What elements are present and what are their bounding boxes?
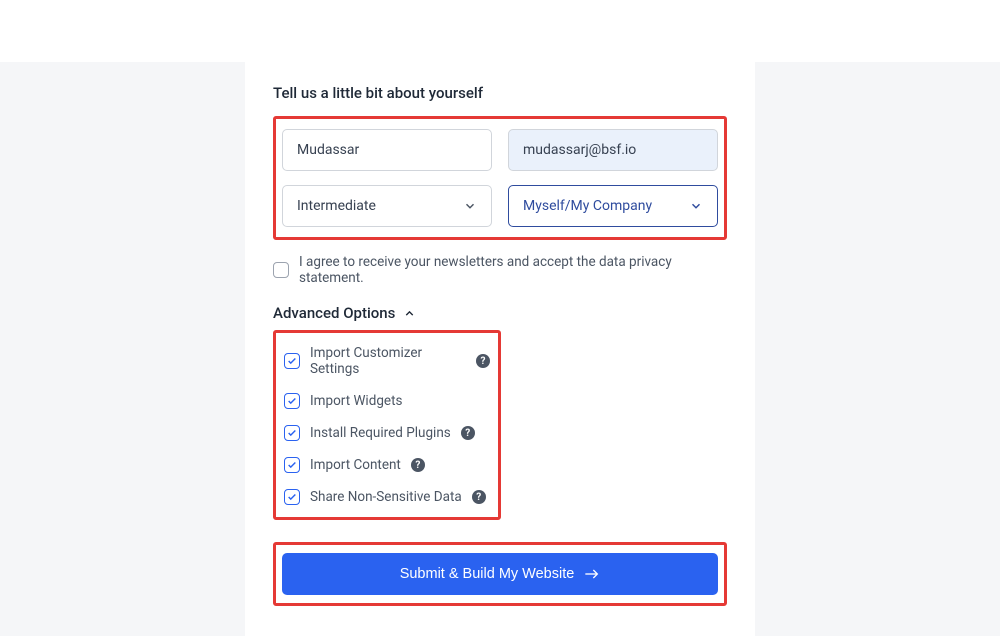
option-content-label: Import Content bbox=[310, 457, 401, 473]
level-field-wrap: Intermediate bbox=[282, 185, 492, 227]
option-share-data-label: Share Non-Sensitive Data bbox=[310, 489, 462, 505]
option-share-data: Share Non-Sensitive Data ? bbox=[284, 489, 490, 505]
option-plugins-checkbox[interactable] bbox=[284, 425, 300, 441]
level-select[interactable]: Intermediate bbox=[282, 185, 492, 227]
email-input[interactable]: mudassarj@bsf.io bbox=[508, 129, 718, 171]
forwhom-select-value: Myself/My Company bbox=[523, 198, 652, 214]
check-icon bbox=[287, 492, 297, 502]
check-icon bbox=[287, 460, 297, 470]
chevron-down-icon bbox=[689, 199, 703, 213]
consent-label: I agree to receive your newsletters and … bbox=[299, 254, 727, 286]
forwhom-select[interactable]: Myself/My Company bbox=[508, 185, 718, 227]
option-content-checkbox[interactable] bbox=[284, 457, 300, 473]
forwhom-field-wrap: Myself/My Company bbox=[508, 185, 718, 227]
check-icon bbox=[287, 428, 297, 438]
option-plugins: Install Required Plugins ? bbox=[284, 425, 490, 441]
name-input[interactable]: Mudassar bbox=[282, 129, 492, 171]
advanced-options-box: Import Customizer Settings ? Import Widg… bbox=[273, 330, 501, 520]
user-fields-box: Mudassar mudassarj@bsf.io Intermediate M… bbox=[273, 116, 727, 240]
check-icon bbox=[287, 396, 297, 406]
option-share-data-checkbox[interactable] bbox=[284, 489, 300, 505]
submit-button-label: Submit & Build My Website bbox=[400, 566, 575, 582]
check-icon bbox=[287, 356, 297, 366]
arrow-right-icon bbox=[584, 568, 600, 580]
consent-row: I agree to receive your newsletters and … bbox=[273, 254, 727, 286]
row-2: Intermediate Myself/My Company bbox=[282, 185, 718, 227]
submit-wrap: Submit & Build My Website bbox=[273, 542, 727, 606]
option-customizer-label: Import Customizer Settings bbox=[310, 345, 466, 377]
form-card: Tell us a little bit about yourself Muda… bbox=[245, 62, 755, 636]
help-icon[interactable]: ? bbox=[476, 354, 490, 368]
row-1: Mudassar mudassarj@bsf.io bbox=[282, 129, 718, 171]
name-field-wrap: Mudassar bbox=[282, 129, 492, 171]
top-bar bbox=[0, 0, 1000, 62]
help-icon[interactable]: ? bbox=[461, 426, 475, 440]
option-customizer: Import Customizer Settings ? bbox=[284, 345, 490, 377]
section-title: Tell us a little bit about yourself bbox=[273, 84, 727, 102]
option-widgets: Import Widgets bbox=[284, 393, 490, 409]
email-field-wrap: mudassarj@bsf.io bbox=[508, 129, 718, 171]
option-customizer-checkbox[interactable] bbox=[284, 353, 300, 369]
help-icon[interactable]: ? bbox=[411, 458, 425, 472]
chevron-up-icon bbox=[403, 307, 416, 320]
help-icon[interactable]: ? bbox=[472, 490, 486, 504]
option-plugins-label: Install Required Plugins bbox=[310, 425, 451, 441]
submit-button[interactable]: Submit & Build My Website bbox=[282, 553, 718, 595]
advanced-options-toggle[interactable]: Advanced Options bbox=[273, 304, 727, 322]
advanced-options-label: Advanced Options bbox=[273, 304, 395, 322]
consent-checkbox[interactable] bbox=[273, 262, 289, 278]
option-widgets-checkbox[interactable] bbox=[284, 393, 300, 409]
chevron-down-icon bbox=[463, 199, 477, 213]
page-wrap: Tell us a little bit about yourself Muda… bbox=[0, 62, 1000, 636]
option-widgets-label: Import Widgets bbox=[310, 393, 402, 409]
option-content: Import Content ? bbox=[284, 457, 490, 473]
level-select-value: Intermediate bbox=[297, 198, 376, 214]
